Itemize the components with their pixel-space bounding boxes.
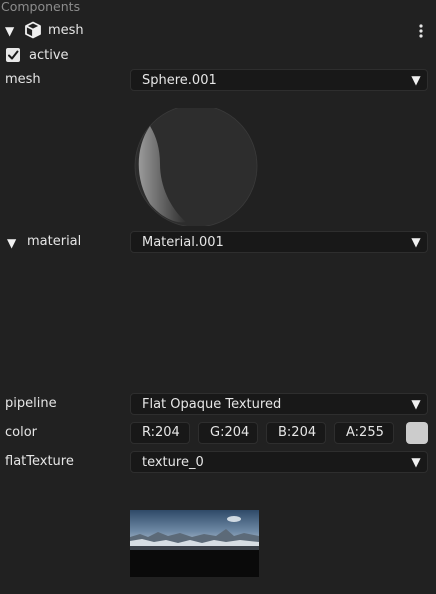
dropdown-arrow-icon[interactable]: ▼ xyxy=(405,452,427,472)
texture-preview-thumbnail xyxy=(130,510,259,577)
dropdown-arrow-icon[interactable]: ▼ xyxy=(405,70,427,90)
flat-texture-dropdown[interactable]: texture_0 ▼ xyxy=(130,451,428,473)
flat-texture-dropdown-value: texture_0 xyxy=(142,455,204,470)
mesh-label: mesh xyxy=(5,72,41,87)
component-title: mesh xyxy=(48,23,84,38)
active-checkbox[interactable] xyxy=(6,48,20,62)
kebab-menu-icon[interactable] xyxy=(418,23,424,39)
material-label: material xyxy=(27,234,82,249)
material-collapse-triangle-icon[interactable]: ▼ xyxy=(7,237,16,249)
color-a-field[interactable]: A:255 xyxy=(334,422,394,444)
pipeline-dropdown[interactable]: Flat Opaque Textured ▼ xyxy=(130,393,428,415)
material-dropdown[interactable]: Material.001 ▼ xyxy=(130,231,428,253)
color-r-field[interactable]: R:204 xyxy=(130,422,190,444)
flat-texture-label: flatTexture xyxy=(5,454,74,469)
collapse-triangle-icon[interactable]: ▼ xyxy=(5,25,14,37)
active-label: active xyxy=(29,48,69,63)
pipeline-label: pipeline xyxy=(5,396,57,411)
mesh-preview-thumbnail xyxy=(134,108,258,226)
color-b-field[interactable]: B:204 xyxy=(266,422,326,444)
checkmark-icon xyxy=(8,50,19,60)
dropdown-arrow-icon[interactable]: ▼ xyxy=(405,232,427,252)
pipeline-dropdown-value: Flat Opaque Textured xyxy=(142,397,282,412)
mesh-dropdown-value: Sphere.001 xyxy=(142,73,217,88)
color-g-field[interactable]: G:204 xyxy=(198,422,258,444)
color-swatch[interactable] xyxy=(406,422,428,444)
dropdown-arrow-icon[interactable]: ▼ xyxy=(405,394,427,414)
color-label: color xyxy=(5,425,38,440)
components-header: Components xyxy=(1,0,81,14)
cube-icon xyxy=(25,21,41,39)
material-dropdown-value: Material.001 xyxy=(142,235,224,250)
mesh-dropdown[interactable]: Sphere.001 ▼ xyxy=(130,69,428,91)
